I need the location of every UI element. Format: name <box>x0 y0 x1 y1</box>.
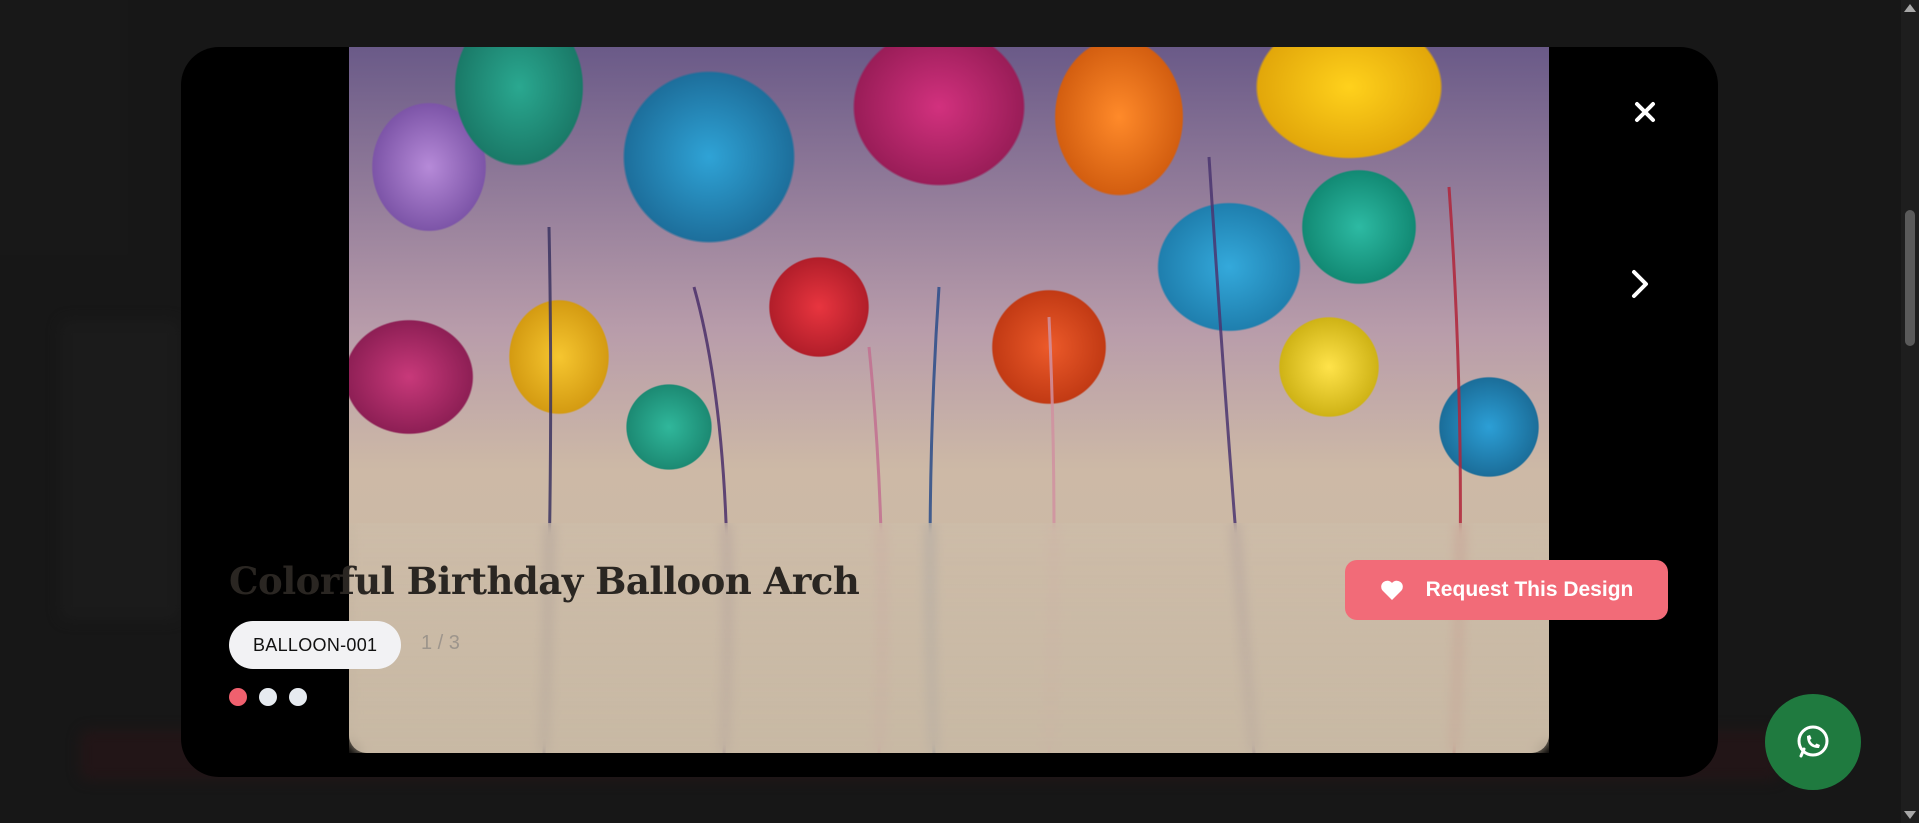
design-code-badge: BALLOON-001 <box>229 621 402 669</box>
scroll-up-arrow-icon[interactable] <box>1904 4 1916 12</box>
scroll-thumb[interactable] <box>1905 210 1915 346</box>
request-design-button[interactable]: Request This Design <box>1345 560 1668 620</box>
photo-caption-fade <box>349 523 1549 753</box>
design-photo <box>349 47 1549 753</box>
slide-dot-3[interactable] <box>289 688 307 706</box>
lightbox-modal: Colorful Birthday Balloon Arch BALLOON-0… <box>181 47 1718 777</box>
slide-counter: 1 / 3 <box>421 632 460 654</box>
slide-dot-2[interactable] <box>259 688 277 706</box>
next-slide-button[interactable] <box>1623 264 1657 304</box>
heart-icon <box>1380 580 1403 600</box>
page-scrollbar[interactable] <box>1901 0 1919 823</box>
whatsapp-icon <box>1797 725 1829 758</box>
scroll-down-arrow-icon[interactable] <box>1904 811 1916 819</box>
design-title: Colorful Birthday Balloon Arch <box>229 559 860 603</box>
close-icon <box>1635 102 1655 122</box>
whatsapp-button[interactable] <box>1765 694 1861 790</box>
close-button[interactable] <box>1630 97 1660 127</box>
slide-dots <box>229 688 307 706</box>
slide-dot-1[interactable] <box>229 688 247 706</box>
request-design-label: Request This Design <box>1425 578 1634 601</box>
chevron-right-icon <box>1632 270 1648 298</box>
